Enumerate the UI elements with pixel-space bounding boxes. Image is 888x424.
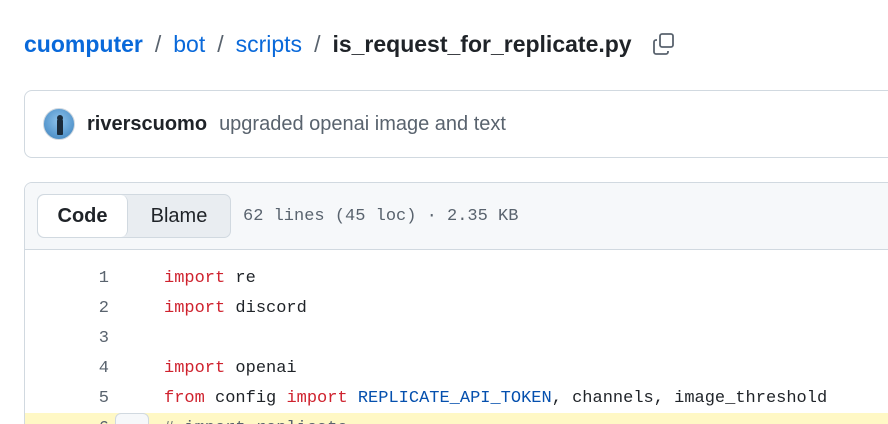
breadcrumb-repo-link[interactable]: cuomputer xyxy=(24,31,143,58)
code-token: import xyxy=(164,298,226,318)
latest-commit-box: riverscuomo upgraded openai image and te… xyxy=(24,90,888,158)
code-line[interactable]: 6 # import replicate xyxy=(25,413,888,424)
avatar[interactable] xyxy=(43,108,75,140)
code-text: import discord xyxy=(164,299,307,318)
code-text: import re xyxy=(164,269,256,288)
code-line[interactable]: 1 import re xyxy=(25,263,888,293)
line-number[interactable]: 6 xyxy=(25,419,109,424)
code-line[interactable]: 3 xyxy=(25,323,888,353)
code-token: REPLICATE_API_TOKEN xyxy=(357,388,552,408)
breadcrumb-file-name: is_request_for_replicate.py xyxy=(332,30,632,57)
commit-author-link[interactable]: riverscuomo xyxy=(87,113,207,136)
code-line[interactable]: 2 import discord xyxy=(25,293,888,323)
copy-icon xyxy=(652,33,674,55)
view-toggle: Code Blame xyxy=(37,194,231,238)
code-token: # import replicate xyxy=(164,419,348,424)
line-number[interactable]: 5 xyxy=(25,389,109,408)
code-token: openai xyxy=(225,358,297,378)
code-token: config xyxy=(204,388,287,408)
commit-message-link[interactable]: upgraded openai image and text xyxy=(219,113,506,136)
code-view[interactable]: 1 import re 2 import discord 3 4 import openai… xyxy=(25,250,888,424)
breadcrumb-separator: / xyxy=(154,30,162,57)
code-line[interactable]: 5 from config import REPLICATE_API_TOKEN,… xyxy=(25,383,888,413)
code-text: from config import REPLICATE_API_TOKEN, … xyxy=(164,389,827,408)
code-token: re xyxy=(225,268,256,288)
code-text: # import replicate xyxy=(164,419,348,424)
file-stats: 62 lines (45 loc) · 2.35 KB xyxy=(243,206,519,226)
code-text: import openai xyxy=(164,359,297,378)
copy-path-button[interactable] xyxy=(650,30,678,58)
line-number[interactable]: 4 xyxy=(25,359,109,378)
breadcrumb-separator: / xyxy=(217,30,224,57)
line-number[interactable]: 3 xyxy=(25,329,109,348)
breadcrumb: cuomputer / bot / scripts / is_request_f… xyxy=(24,27,678,61)
code-token: , channels, image_threshold xyxy=(551,388,828,408)
code-line[interactable]: 4 import openai xyxy=(25,353,888,383)
file-header: Code Blame 62 lines (45 loc) · 2.35 KB xyxy=(25,183,888,250)
code-token: import xyxy=(164,268,226,288)
breadcrumb-separator: / xyxy=(314,30,321,57)
file-viewer: Code Blame 62 lines (45 loc) · 2.35 KB 1… xyxy=(24,182,888,424)
tab-blame[interactable]: Blame xyxy=(128,195,230,237)
breadcrumb-folder-scripts[interactable]: scripts xyxy=(236,31,302,58)
code-token: import xyxy=(286,388,348,408)
code-token: import xyxy=(164,358,226,378)
code-token: discord xyxy=(225,298,307,318)
code-token: from xyxy=(164,388,205,408)
line-number[interactable]: 2 xyxy=(25,299,109,318)
tab-code[interactable]: Code xyxy=(38,195,128,237)
line-options-button[interactable] xyxy=(115,413,149,424)
line-number[interactable]: 1 xyxy=(25,269,109,288)
breadcrumb-folder-bot[interactable]: bot xyxy=(173,31,205,58)
